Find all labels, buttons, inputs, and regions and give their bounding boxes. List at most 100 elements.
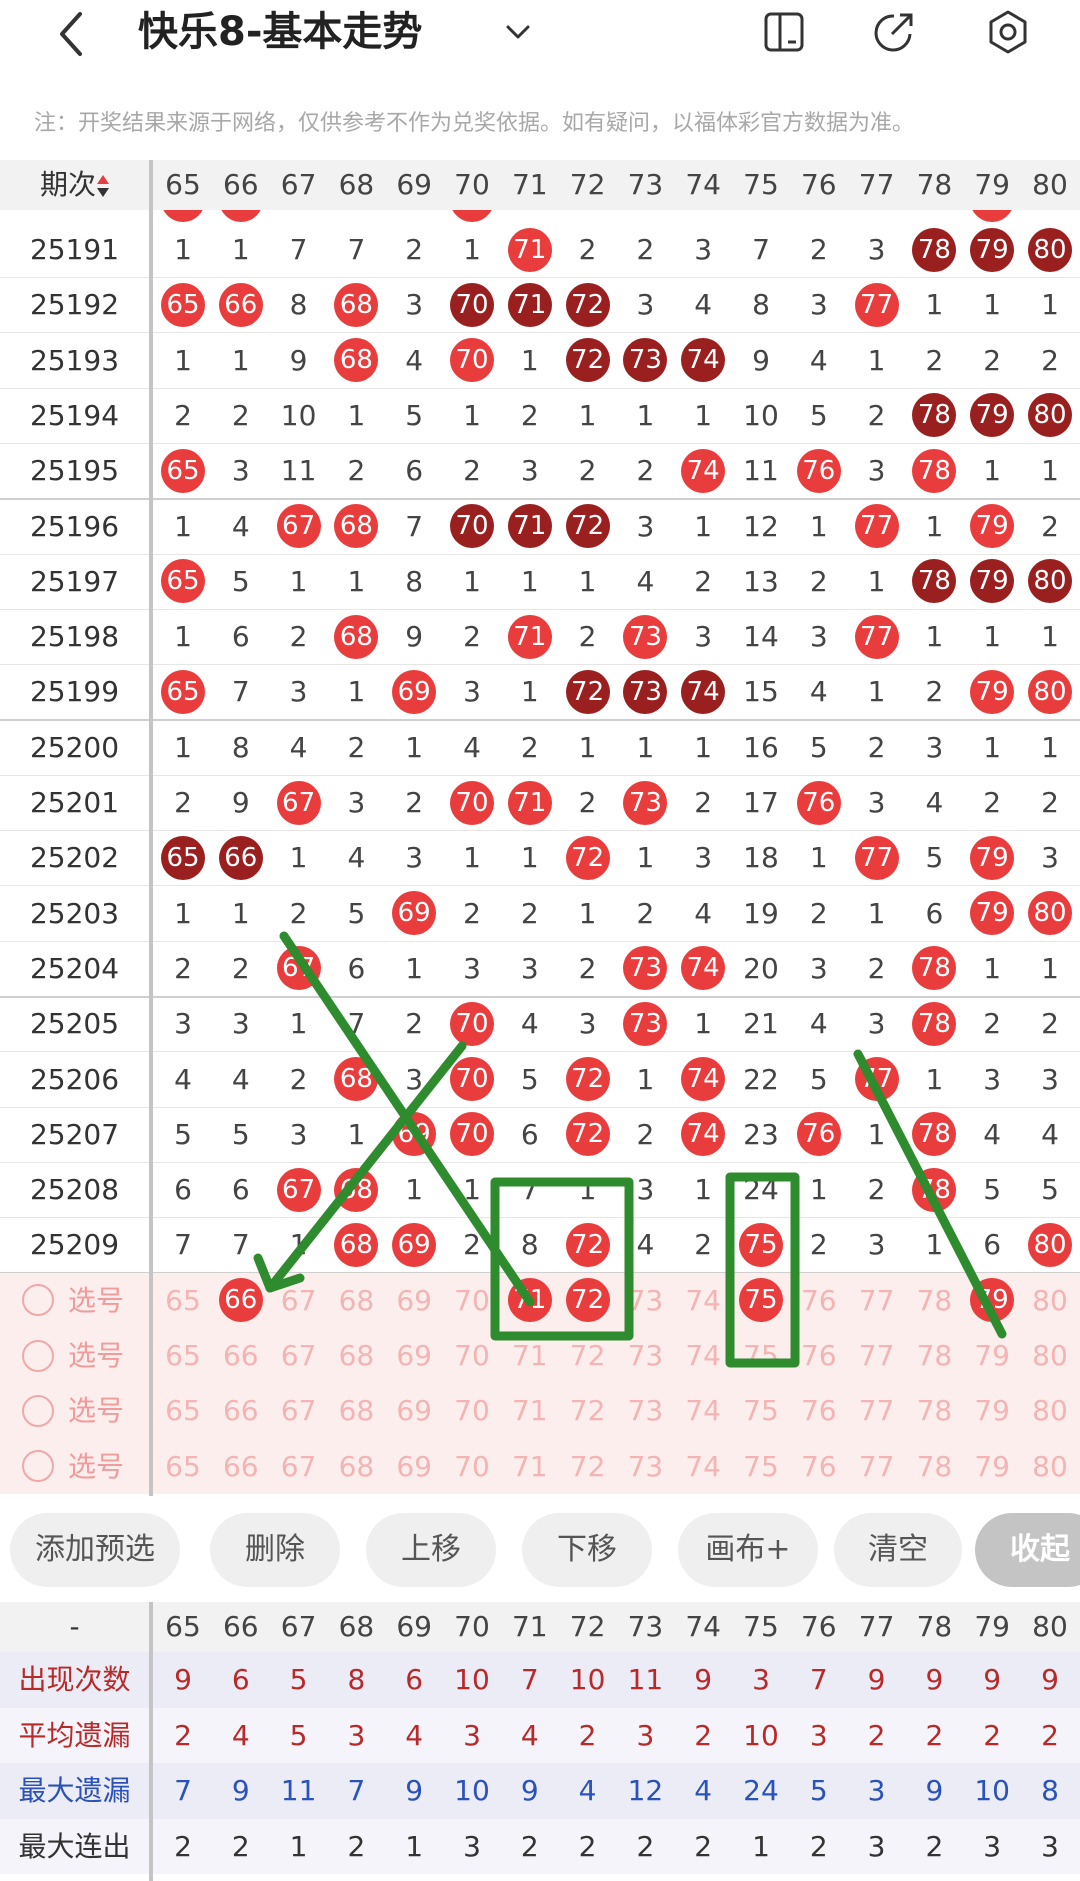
pick-number[interactable]: 65 xyxy=(155,1383,211,1438)
column-header[interactable]: 73 xyxy=(617,160,673,210)
pick-number[interactable]: 74 xyxy=(675,1328,731,1383)
pick-number[interactable]: 73 xyxy=(617,1273,673,1328)
column-header[interactable]: 69 xyxy=(386,160,442,210)
chevron-down-icon[interactable] xyxy=(500,14,536,50)
pick-number[interactable]: 69 xyxy=(386,1439,442,1494)
pick-number[interactable]: 68 xyxy=(328,1328,384,1383)
pick-number[interactable]: 68 xyxy=(328,1439,384,1494)
column-header[interactable]: 68 xyxy=(328,160,384,210)
pick-number[interactable]: 76 xyxy=(791,1328,847,1383)
pick-number[interactable]: 72 xyxy=(560,1383,616,1438)
column-header[interactable]: 71 xyxy=(502,160,558,210)
column-header[interactable]: 78 xyxy=(906,160,962,210)
pick-number[interactable]: 73 xyxy=(617,1328,673,1383)
canvas-button[interactable]: 画布+ xyxy=(678,1513,818,1587)
select-checkbox[interactable] xyxy=(22,1284,54,1317)
column-header[interactable]: 76 xyxy=(791,160,847,210)
pick-number[interactable]: 69 xyxy=(386,1328,442,1383)
miss-count: 9 xyxy=(231,786,250,819)
column-header[interactable]: 65 xyxy=(155,160,211,210)
collapse-button[interactable]: 收起 xyxy=(975,1513,1080,1587)
pick-number[interactable]: 71 xyxy=(502,1328,558,1383)
column-header[interactable]: 77 xyxy=(849,160,905,210)
picked-number-ball[interactable]: 75 xyxy=(739,1278,783,1323)
pick-number[interactable]: 80 xyxy=(1022,1383,1078,1438)
clear-button[interactable]: 清空 xyxy=(834,1513,962,1587)
pick-number[interactable]: 66 xyxy=(213,1328,269,1383)
pick-number[interactable]: 74 xyxy=(675,1439,731,1494)
pick-number[interactable]: 71 xyxy=(502,1439,558,1494)
pick-number[interactable]: 77 xyxy=(849,1328,905,1383)
column-header[interactable]: 79 xyxy=(964,160,1020,210)
pick-number[interactable]: 77 xyxy=(849,1273,905,1328)
pick-number[interactable]: 75 xyxy=(733,1383,789,1438)
share-icon[interactable] xyxy=(868,6,920,58)
pick-number[interactable]: 73 xyxy=(617,1383,673,1438)
column-header[interactable]: 66 xyxy=(213,160,269,210)
pick-number[interactable]: 65 xyxy=(155,1439,211,1494)
pick-number[interactable]: 69 xyxy=(386,1273,442,1328)
pick-number[interactable]: 71 xyxy=(502,1383,558,1438)
pick-number[interactable]: 65 xyxy=(155,1273,211,1328)
sort-icon[interactable] xyxy=(96,172,110,200)
delete-button[interactable]: 删除 xyxy=(210,1513,340,1587)
pick-number[interactable]: 67 xyxy=(271,1439,327,1494)
column-header[interactable]: 74 xyxy=(675,160,731,210)
pick-number[interactable]: 78 xyxy=(906,1273,962,1328)
pick-number[interactable]: 76 xyxy=(791,1383,847,1438)
pick-number[interactable]: 79 xyxy=(964,1383,1020,1438)
picked-number-ball[interactable]: 72 xyxy=(565,1278,610,1323)
pick-number[interactable]: 74 xyxy=(675,1273,731,1328)
pick-number[interactable]: 66 xyxy=(213,1439,269,1494)
pick-number[interactable]: 73 xyxy=(617,1439,673,1494)
picked-number-ball[interactable]: 66 xyxy=(218,1278,263,1323)
pick-number[interactable]: 69 xyxy=(386,1383,442,1438)
pick-number[interactable]: 70 xyxy=(444,1383,500,1438)
move-up-button[interactable]: 上移 xyxy=(366,1513,496,1587)
pick-number[interactable]: 67 xyxy=(271,1273,327,1328)
column-header[interactable]: 70 xyxy=(444,160,500,210)
back-icon[interactable] xyxy=(52,6,92,62)
column-header[interactable]: 80 xyxy=(1022,160,1078,210)
pick-number[interactable]: 78 xyxy=(906,1439,962,1494)
pick-number[interactable]: 78 xyxy=(906,1383,962,1438)
pick-number[interactable]: 74 xyxy=(675,1383,731,1438)
pick-number[interactable]: 77 xyxy=(849,1439,905,1494)
miss-count: 1 xyxy=(463,841,481,875)
page-title[interactable]: 快乐8-基本走势 xyxy=(138,4,422,60)
column-header[interactable]: 75 xyxy=(733,160,789,210)
pick-number[interactable]: 65 xyxy=(155,1328,211,1383)
pick-number[interactable]: 75 xyxy=(733,1439,789,1494)
select-checkbox[interactable] xyxy=(22,1339,54,1372)
column-header[interactable]: 72 xyxy=(560,160,616,210)
pick-number[interactable]: 79 xyxy=(964,1439,1020,1494)
pick-number[interactable]: 80 xyxy=(1022,1328,1078,1383)
layout-icon[interactable] xyxy=(758,6,810,58)
pick-number[interactable]: 70 xyxy=(444,1273,500,1328)
select-checkbox[interactable] xyxy=(22,1450,54,1483)
pick-number[interactable]: 68 xyxy=(328,1383,384,1438)
pick-number[interactable]: 78 xyxy=(906,1328,962,1383)
pick-number[interactable]: 70 xyxy=(444,1439,500,1494)
pick-number[interactable]: 72 xyxy=(560,1439,616,1494)
pick-number[interactable]: 76 xyxy=(791,1439,847,1494)
pick-number[interactable]: 75 xyxy=(733,1328,789,1383)
pick-number[interactable]: 67 xyxy=(271,1328,327,1383)
pick-number[interactable]: 70 xyxy=(444,1328,500,1383)
settings-icon[interactable] xyxy=(982,6,1034,58)
pick-number[interactable]: 80 xyxy=(1022,1439,1078,1494)
pick-number[interactable]: 76 xyxy=(791,1273,847,1328)
column-header[interactable]: 67 xyxy=(271,160,327,210)
picked-number-ball[interactable]: 71 xyxy=(507,1278,552,1323)
pick-number[interactable]: 79 xyxy=(964,1328,1020,1383)
pick-number[interactable]: 67 xyxy=(271,1383,327,1438)
pick-number[interactable]: 72 xyxy=(560,1328,616,1383)
period-header[interactable]: 期次 xyxy=(40,168,96,201)
select-checkbox[interactable] xyxy=(22,1394,54,1427)
pick-number[interactable]: 68 xyxy=(328,1273,384,1328)
pick-number[interactable]: 77 xyxy=(849,1383,905,1438)
pick-number[interactable]: 80 xyxy=(1022,1273,1078,1328)
move-down-button[interactable]: 下移 xyxy=(522,1513,652,1587)
pick-number[interactable]: 66 xyxy=(213,1383,269,1438)
add-preselect-button[interactable]: 添加预选 xyxy=(10,1513,180,1587)
